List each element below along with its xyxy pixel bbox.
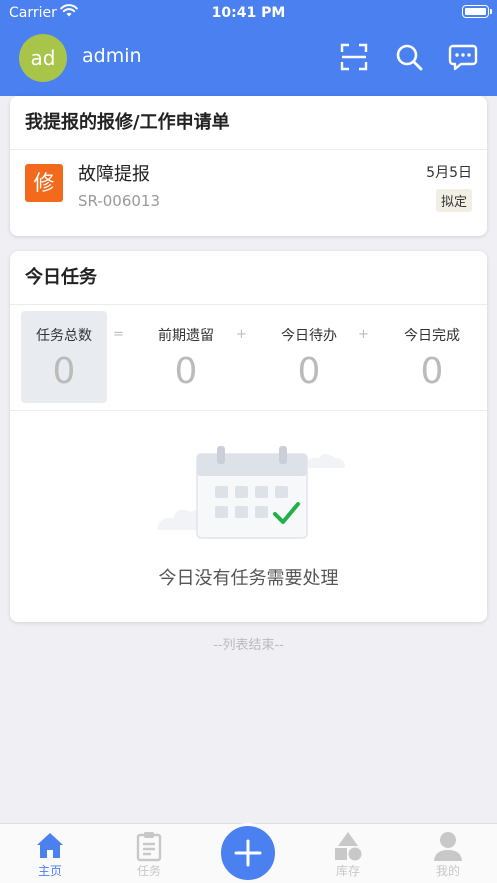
stat-total[interactable]: 任务总数 0: [21, 311, 107, 403]
plus-sign: +: [358, 327, 369, 342]
battery-icon: [462, 5, 492, 18]
plus-sign: +: [236, 327, 247, 342]
stat-label: 今日完成: [404, 328, 460, 344]
equals-sign: =: [113, 327, 124, 342]
shapes-icon: [335, 832, 362, 861]
repair-card-title: 我提报的报修/工作申请单: [10, 96, 487, 150]
repair-name: 故障提报: [78, 164, 150, 185]
clock: 10:41 PM: [211, 5, 286, 21]
tab-label: 主页: [37, 864, 62, 878]
stat-previous[interactable]: 前期遗留 0: [143, 311, 229, 403]
tab-label: 库存: [335, 864, 360, 878]
nav-bar: ad admin: [0, 26, 497, 90]
status-bar: Carrier 10:41 PM: [0, 0, 497, 26]
repair-code: SR-006013: [78, 192, 161, 210]
stat-todo[interactable]: 今日待办 0: [266, 311, 352, 403]
stat-value: 0: [420, 351, 444, 392]
scan-icon[interactable]: [339, 42, 369, 72]
repair-request-item[interactable]: 修 故障提报 SR-006013 5月5日 拟定: [10, 150, 487, 236]
empty-state-text: 今日没有任务需要处理: [158, 568, 339, 589]
stat-label: 任务总数: [36, 328, 92, 344]
stat-value: 0: [174, 351, 198, 392]
username[interactable]: admin: [82, 45, 142, 67]
tab-label: 我的: [435, 864, 460, 878]
repair-request-card: 我提报的报修/工作申请单 修 故障提报 SR-006013 5月5日 拟定: [10, 96, 487, 236]
list-end-label: --列表结束--: [213, 638, 284, 653]
status-badge: 拟定: [435, 189, 472, 212]
clipboard-icon: [136, 832, 162, 862]
person-icon: [434, 832, 462, 861]
plus-icon: [234, 839, 262, 867]
tab-mine[interactable]: 我的: [418, 824, 478, 883]
stat-value: 0: [52, 351, 76, 392]
avatar[interactable]: ad: [19, 34, 67, 82]
tab-home[interactable]: 主页: [20, 824, 80, 883]
today-task-card: 今日任务 任务总数 0 = 前期遗留 0 + 今日待办 0 + 今日完成 0 今…: [10, 251, 487, 622]
stat-label: 前期遗留: [158, 328, 214, 344]
stat-value: 0: [297, 351, 321, 392]
add-button[interactable]: [218, 823, 278, 883]
empty-calendar-icon: [157, 446, 345, 539]
task-card-title: 今日任务: [10, 251, 487, 305]
tab-task[interactable]: 任务: [119, 824, 179, 883]
tab-label: 任务: [136, 864, 161, 878]
repair-badge: 修: [25, 164, 63, 202]
task-stats: 任务总数 0 = 前期遗留 0 + 今日待办 0 + 今日完成 0: [10, 305, 487, 411]
tab-stock[interactable]: 库存: [318, 824, 378, 883]
search-icon[interactable]: [394, 42, 424, 72]
message-icon[interactable]: [448, 42, 478, 72]
repair-date: 5月5日: [426, 165, 472, 181]
stat-done[interactable]: 今日完成 0: [389, 311, 475, 403]
stat-label: 今日待办: [281, 328, 337, 344]
home-icon: [37, 833, 63, 858]
